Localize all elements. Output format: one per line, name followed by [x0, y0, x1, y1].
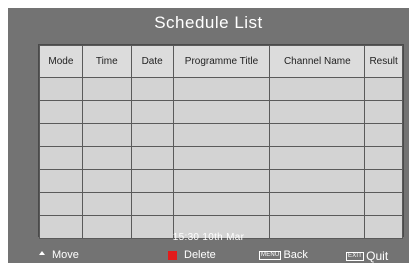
schedule-table: Mode Time Date Programme Title Channel N…	[38, 44, 404, 239]
table-cell	[172, 192, 271, 216]
table-cell	[81, 169, 132, 193]
column-header-mode: Mode	[39, 45, 83, 78]
menu-key-icon: MENU	[259, 250, 282, 260]
table-header-row: Mode Time Date Programme Title Channel N…	[39, 45, 403, 78]
quit-hint[interactable]: EXIT Quit	[346, 249, 388, 263]
back-label: Back	[283, 249, 308, 261]
table-row[interactable]	[39, 169, 403, 193]
table-cell	[269, 192, 366, 216]
table-row[interactable]	[39, 146, 403, 170]
table-cell	[364, 123, 403, 147]
column-header-programme-title: Programme Title	[172, 45, 271, 78]
table-cell	[130, 192, 174, 216]
delete-label: Delete	[184, 249, 216, 261]
table-cell	[172, 77, 271, 101]
table-cell	[81, 146, 132, 170]
table-row[interactable]	[39, 123, 403, 147]
back-hint[interactable]: MENU Back	[259, 249, 308, 261]
table-cell	[130, 169, 174, 193]
table-cell	[364, 169, 403, 193]
table-row[interactable]	[39, 100, 403, 124]
table-cell	[81, 100, 132, 124]
footer-hint-bar: Move Delete MENU Back EXIT Quit	[8, 246, 409, 263]
table-cell	[172, 123, 271, 147]
table-cell	[130, 123, 174, 147]
table-row[interactable]	[39, 192, 403, 216]
table-cell	[39, 100, 83, 124]
table-cell	[130, 77, 174, 101]
table-cell	[172, 169, 271, 193]
table-cell	[39, 123, 83, 147]
table-cell	[269, 77, 366, 101]
column-header-time: Time	[81, 45, 132, 78]
table-cell	[269, 146, 366, 170]
table-cell	[39, 77, 83, 101]
table-cell	[81, 77, 132, 101]
page-title: Schedule List	[154, 13, 263, 32]
table-cell	[269, 169, 366, 193]
clock-display: 15:30 10th Mar	[172, 232, 245, 243]
red-button-icon	[168, 250, 177, 260]
up-arrow-icon	[39, 251, 45, 255]
delete-hint[interactable]: Delete	[168, 249, 216, 261]
table-cell	[364, 77, 403, 101]
table-cell	[364, 192, 403, 216]
exit-key-icon: EXIT	[346, 251, 365, 261]
table-cell	[81, 192, 132, 216]
table-cell	[39, 169, 83, 193]
table-cell	[39, 192, 83, 216]
schedule-list-screen: Schedule List Mode Time Date Programme T…	[8, 8, 409, 263]
table-cell	[39, 146, 83, 170]
table-cell	[269, 123, 366, 147]
table-cell	[172, 100, 271, 124]
table-cell	[130, 146, 174, 170]
quit-label: Quit	[366, 249, 389, 263]
table-cell	[364, 100, 403, 124]
move-label: Move	[52, 249, 79, 261]
table-cell	[269, 100, 366, 124]
column-header-channel-name: Channel Name	[269, 45, 366, 78]
table-cell	[81, 123, 132, 147]
table-cell	[130, 100, 174, 124]
table-cell	[364, 146, 403, 170]
table-row[interactable]	[39, 77, 403, 101]
table-cell	[172, 146, 271, 170]
column-header-result: Result	[364, 45, 403, 78]
move-hint[interactable]: Move	[39, 249, 79, 261]
column-header-date: Date	[130, 45, 174, 78]
